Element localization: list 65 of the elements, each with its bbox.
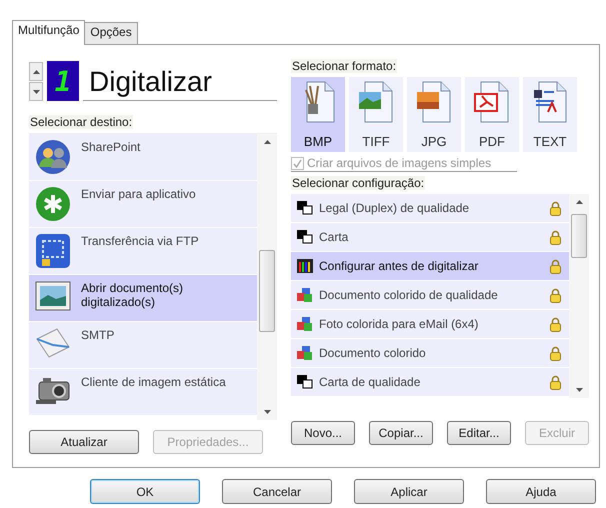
scrollbar-thumb[interactable]	[571, 214, 587, 258]
color-cubes-icon	[297, 317, 313, 331]
down-arrow-icon[interactable]	[32, 90, 40, 94]
format-option[interactable]: TIFF	[349, 77, 403, 152]
lock-icon	[550, 346, 561, 360]
configuration-item[interactable]: Carta	[291, 223, 569, 251]
dialog-button[interactable]: Cancelar	[222, 479, 332, 504]
overlapping-squares-icon	[297, 375, 313, 389]
format-option[interactable]: BMP	[291, 77, 345, 152]
section-label: Selecionar destino:	[29, 115, 134, 129]
up-arrow-icon[interactable]	[32, 70, 40, 74]
lock-icon	[550, 200, 561, 216]
destination-item[interactable]: Enviar para aplicativo	[29, 181, 257, 227]
scroll-up-arrow-icon[interactable]	[576, 200, 582, 204]
lock-icon	[550, 230, 561, 244]
action-button[interactable]: Novo...	[291, 421, 355, 445]
picture-icon	[35, 280, 71, 312]
format-option[interactable]: TEXT	[523, 77, 577, 152]
overlapping-squares-icon	[297, 201, 313, 215]
tab[interactable]: Opções	[84, 22, 138, 44]
lock-icon	[550, 288, 561, 302]
section-label: Selecionar configuração:	[291, 176, 426, 190]
monitor-icon	[35, 233, 71, 269]
configuration-item[interactable]: Documento colorido	[291, 339, 569, 367]
color-cubes-icon	[297, 288, 313, 302]
spin-down-button[interactable]	[29, 82, 43, 101]
configuration-item[interactable]: Legal (Duplex) de qualidade	[291, 194, 569, 222]
configuration-item[interactable]: Carta de qualidade	[291, 368, 569, 396]
envelope-icon	[35, 327, 71, 359]
tab[interactable]: Multifunção	[12, 20, 86, 45]
scrollbar-thumb[interactable]	[259, 250, 275, 332]
dialog-button[interactable]: Aplicar	[354, 479, 464, 504]
configuration-item[interactable]: Foto colorida para eMail (6x4)	[291, 310, 569, 338]
lock-icon	[550, 258, 561, 274]
format-option[interactable]: PDF	[465, 77, 519, 152]
spin-up-button[interactable]	[29, 62, 43, 81]
color-cubes-icon	[297, 346, 313, 360]
overlapping-squares-icon	[297, 230, 313, 244]
configuration-item[interactable]: Documento colorido de qualidade	[291, 281, 569, 309]
profile-name: Digitalizar	[83, 64, 277, 101]
destination-item[interactable]: Transferência via FTP	[29, 228, 257, 274]
people-icon	[35, 139, 71, 175]
action-button[interactable]: Copiar...	[369, 421, 433, 445]
lock-icon	[550, 374, 561, 390]
scroll-down-arrow-icon[interactable]	[264, 410, 270, 414]
check-icon	[293, 158, 302, 168]
profile-number: 1	[47, 61, 79, 101]
scroll-down-arrow-icon[interactable]	[576, 388, 582, 392]
dialog-button[interactable]: OK	[90, 479, 200, 504]
action-button[interactable]: Atualizar	[29, 430, 139, 454]
lock-icon	[550, 316, 561, 332]
dialog-button[interactable]: Ajuda	[486, 479, 596, 504]
format-option[interactable]: JPG	[407, 77, 461, 152]
asterisk-icon	[35, 186, 71, 222]
destination-item[interactable]: Cliente de imagem estática	[29, 369, 257, 415]
scrollbar[interactable]	[257, 134, 277, 420]
destination-item[interactable]: SMTP	[29, 322, 257, 368]
destination-item[interactable]: Abrir documento(s) digitalizado(s)	[29, 275, 257, 321]
configuration-item[interactable]: Configurar antes de digitalizar	[291, 252, 569, 280]
action-button[interactable]: Editar...	[447, 421, 511, 445]
scroll-up-arrow-icon[interactable]	[264, 140, 270, 144]
color-stripes-icon	[297, 259, 313, 273]
scrollbar[interactable]	[569, 194, 589, 398]
destination-item[interactable]: SharePoint	[29, 134, 257, 180]
section-label: Selecionar formato:	[291, 59, 398, 73]
